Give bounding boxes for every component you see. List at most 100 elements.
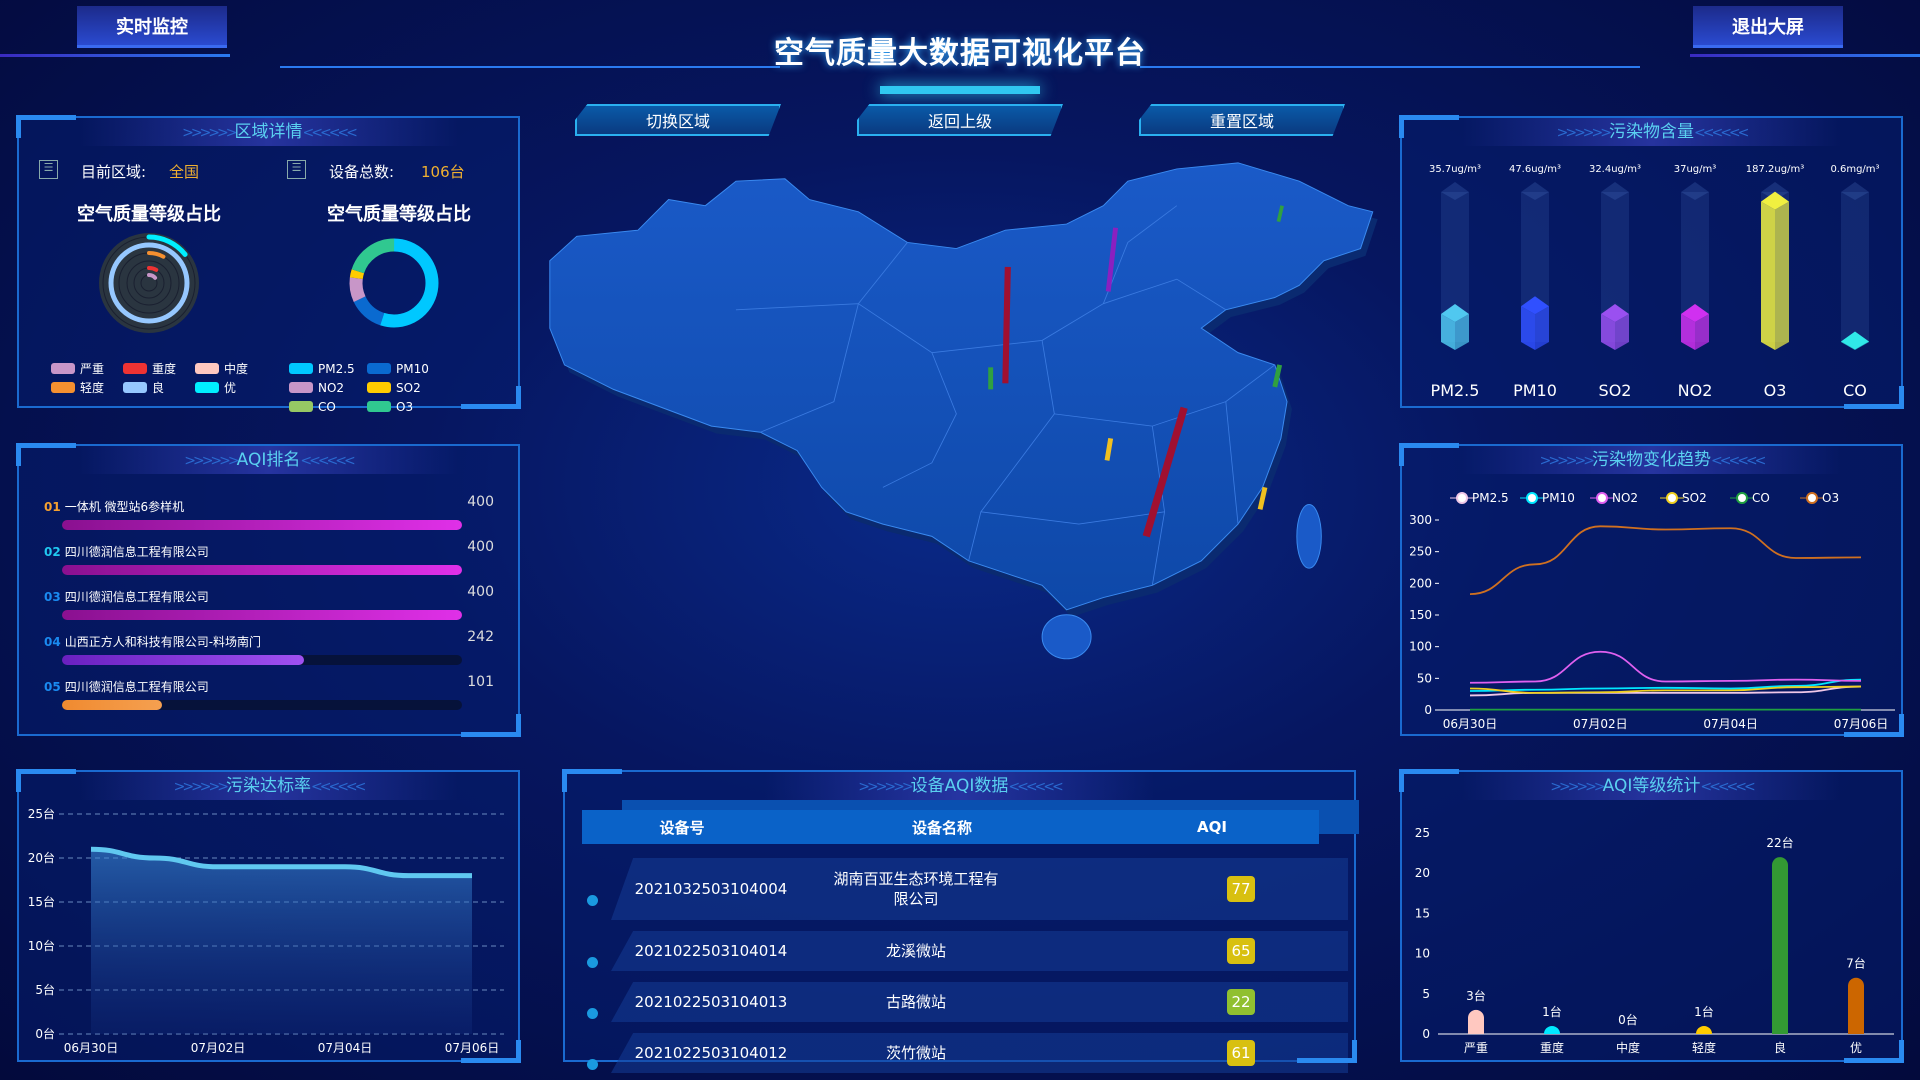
bar-重度 (1544, 1025, 1560, 1034)
x-tick-label: 良 (1774, 1040, 1786, 1055)
legend-item[interactable]: PM2.5 (289, 362, 359, 376)
device-count-label: 设备总数: (329, 163, 395, 181)
rank-device-name: 四川德润信息工程有限公司 (64, 680, 209, 694)
rank-bar-track (62, 655, 462, 665)
x-tick-label: 重度 (1540, 1040, 1564, 1055)
bar-category-label: PM2.5 (1431, 381, 1480, 400)
device-name: 古路微站 (885, 993, 946, 1011)
ranking-item[interactable]: 03 四川德润信息工程有限公司 400 (44, 584, 494, 620)
pollutant-donut-chart[interactable] (344, 233, 444, 333)
aqi-level-bar-chart: 0 5 10 15 20 25 3台严重 1台重度 0台中度 1台轻度 22台良 7台优 (1415, 826, 1894, 1055)
legend-label: 良 (152, 381, 165, 395)
bar-value-label: 22台 (1766, 835, 1793, 850)
panel-title: >>>>>>区域详情<<<<<< (79, 118, 458, 146)
legend-label: O3 (396, 399, 414, 414)
map-hainan[interactable] (1041, 614, 1092, 660)
row-bullet-icon (587, 895, 598, 906)
legend-label: 重度 (152, 362, 177, 376)
reset-region-button[interactable]: 重置区域 (1139, 104, 1345, 136)
x-tick-label: 严重 (1464, 1041, 1488, 1055)
rank-value: 242 (467, 629, 494, 645)
legend-swatch (289, 382, 313, 393)
x-tick-label: 中度 (1616, 1040, 1640, 1055)
legend-label: 轻度 (80, 381, 105, 395)
map-mainland[interactable] (549, 162, 1374, 611)
legend-item[interactable]: PM10 (367, 362, 437, 376)
aqi-badge: 77 (1227, 876, 1255, 902)
rank-device-name: 一体机 微型站6参样机 (64, 500, 185, 514)
bar-value-label: 7台 (1846, 956, 1866, 971)
legend-item[interactable]: O3 (367, 400, 437, 414)
bar-value-label: 1台 (1694, 1004, 1714, 1019)
rank-bar-track (62, 610, 462, 620)
rank-bar-fill (62, 565, 462, 575)
legend-marker (1596, 492, 1608, 504)
legend-item[interactable]: NO2 (289, 381, 359, 395)
y-tick-label: 20 (1415, 866, 1430, 880)
back-up-level-button[interactable]: 返回上级 (857, 104, 1063, 136)
x-tick-label: 07月04日 (1703, 717, 1758, 731)
legend-item[interactable]: CO (289, 400, 359, 414)
legend-item[interactable]: 良 (123, 379, 187, 396)
x-tick-label: 06月30日 (1443, 717, 1498, 731)
rank-bar-track (62, 520, 462, 530)
bar-O3-left (1761, 201, 1775, 350)
rank-bar-fill (62, 610, 462, 620)
legend-label: 优 (224, 381, 237, 395)
bar-category-label: CO (1843, 381, 1867, 400)
legend-swatch (367, 401, 391, 412)
device-id: 2021032503104004 (634, 880, 788, 898)
bar-value-label: 1台 (1542, 1004, 1562, 1019)
ranking-item[interactable]: 04 山西正方人和科技有限公司-料场南门 242 (44, 629, 494, 665)
y-tick-label: 10 (1415, 947, 1430, 961)
map-taiwan[interactable] (1296, 504, 1322, 569)
column-header-id: 设备号 (659, 818, 705, 837)
rank-device-name: 山西正方人和科技有限公司-料场南门 (64, 635, 262, 649)
legend-item[interactable]: 重度 (123, 360, 187, 377)
legend-label: CO (318, 399, 336, 414)
ranking-item[interactable]: 02 四川德润信息工程有限公司 400 (44, 539, 494, 575)
rank-number: 04 (44, 635, 61, 649)
legend-item[interactable]: 严重 (51, 360, 115, 377)
y-tick-label: 300 (1409, 513, 1432, 527)
aqi-badge: 61 (1227, 1040, 1255, 1066)
device-name: 湖南百亚生态环境工程有限公司 (833, 870, 999, 908)
china-map[interactable] (540, 150, 1385, 690)
legend-label: PM2.5 (1472, 491, 1509, 505)
x-tick-label: 07月02日 (191, 1041, 246, 1055)
x-tick-label: 06月30日 (64, 1041, 119, 1055)
rank-number: 05 (44, 680, 61, 694)
ranking-item[interactable]: 01 一体机 微型站6参样机 400 (44, 494, 494, 530)
y-tick-label: 5台 (35, 982, 55, 997)
legend-label: PM10 (396, 361, 429, 376)
rank-value: 400 (467, 494, 494, 510)
page-title: 空气质量大数据可视化平台 (774, 36, 1146, 71)
legend-label: CO (1752, 491, 1770, 505)
legend-item[interactable]: SO2 (367, 381, 437, 395)
aqi-badge: 65 (1227, 938, 1255, 964)
bar-优 (1848, 977, 1864, 1034)
y-tick-label: 20台 (28, 850, 55, 865)
pollutant-share-title: 空气质量等级占比 (327, 204, 471, 225)
bar-严重 (1468, 1009, 1484, 1034)
legend-swatch (289, 401, 313, 412)
radial-bg (99, 233, 199, 333)
pollutant-trend-panel: >>>>>>污染物变化趋势<<<<<< 0 50 100 150 200 250 300 06… (1399, 443, 1904, 737)
level-radial-chart[interactable] (94, 228, 204, 338)
rank-bar-fill (62, 700, 162, 710)
legend-item[interactable]: 轻度 (51, 379, 115, 396)
y-tick-label: 50 (1417, 671, 1432, 685)
device-id: 2021022503104014 (634, 942, 788, 960)
ranking-item[interactable]: 05 四川德润信息工程有限公司 101 (44, 674, 494, 710)
legend-item[interactable]: 优 (195, 379, 259, 396)
row-bullet-icon (587, 957, 598, 968)
legend-item[interactable]: 中度 (195, 360, 259, 377)
list-icon: ☰ (287, 160, 306, 179)
legend-label: 严重 (80, 362, 105, 376)
rank-value: 400 (467, 539, 494, 555)
rank-device-name: 四川德润信息工程有限公司 (64, 545, 209, 559)
switch-region-button[interactable]: 切换区域 (575, 104, 781, 136)
legend-marker (1666, 492, 1678, 504)
y-tick-label: 15 (1415, 906, 1430, 920)
rank-number: 02 (44, 545, 61, 559)
